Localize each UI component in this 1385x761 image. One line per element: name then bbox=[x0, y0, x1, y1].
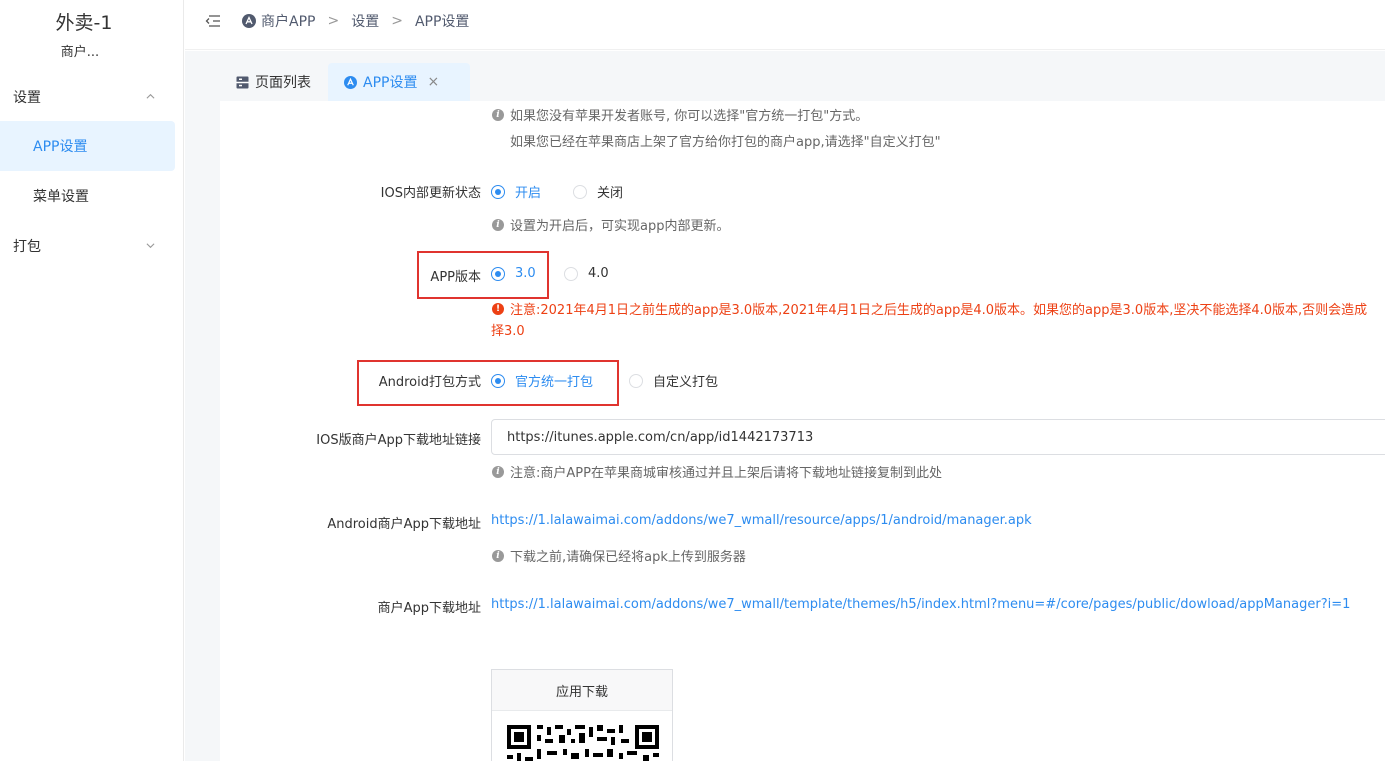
ios-update-label: IOS内部更新状态 bbox=[380, 186, 481, 201]
radio-android-official[interactable]: 官方统一打包 bbox=[491, 371, 593, 390]
app-subtitle: 商户... bbox=[60, 45, 100, 60]
hint-text: 设置为开启后，可实现app内部更新。 bbox=[510, 219, 730, 234]
android-download-hint: i 下载之前,请确保已经将apk上传到服务器 bbox=[492, 546, 746, 565]
radio-dot bbox=[491, 184, 505, 199]
android-pack-label: Android打包方式 bbox=[378, 375, 481, 390]
ios-download-input[interactable]: https://itunes.apple.com/cn/app/id144217… bbox=[491, 419, 1385, 455]
content-gutter bbox=[185, 101, 220, 761]
radio-dot bbox=[573, 184, 587, 199]
hint-text: 如果您没有苹果开发者账号, 你可以选择"官方统一打包"方式。 bbox=[510, 109, 869, 124]
radio-ios-update-off[interactable]: 关闭 bbox=[573, 182, 623, 201]
breadcrumb-separator: > bbox=[391, 13, 403, 29]
radio-dot bbox=[491, 266, 505, 281]
radio-label: 3.0 bbox=[515, 266, 536, 281]
radio-label: 关闭 bbox=[597, 186, 624, 201]
app-version-warning: ! 注意:2021年4月1日之前生成的app是3.0版本,2021年4月1日之后… bbox=[492, 299, 1367, 318]
app-logo-icon bbox=[242, 14, 256, 28]
radio-label: 自定义打包 bbox=[653, 375, 719, 390]
page-list-icon bbox=[236, 76, 249, 88]
ios-download-label: IOS版商户App下载地址链接 bbox=[316, 433, 481, 448]
radio-dot bbox=[629, 373, 643, 388]
merchant-download-link[interactable]: https://1.lalawaimai.com/addons/we7_wmal… bbox=[491, 597, 1350, 612]
radio-dot bbox=[491, 373, 505, 388]
sidebar-group-label: 打包 bbox=[13, 239, 41, 255]
sidebar-item-label: APP设置 bbox=[33, 139, 88, 155]
radio-dot bbox=[564, 266, 578, 281]
input-value: https://itunes.apple.com/cn/app/id144217… bbox=[507, 429, 814, 445]
sidebar-item-menu-settings[interactable]: 菜单设置 bbox=[0, 171, 175, 221]
warning-icon: ! bbox=[492, 302, 504, 315]
tab-label: 页面列表 bbox=[255, 75, 311, 91]
breadcrumb-item[interactable]: 设置 bbox=[351, 11, 379, 31]
app-title: 外卖-1 bbox=[55, 12, 113, 34]
chevron-down-icon bbox=[146, 243, 155, 249]
radio-label: 官方统一打包 bbox=[515, 375, 594, 390]
app-version-label: APP版本 bbox=[430, 270, 481, 285]
info-icon: i bbox=[492, 465, 504, 478]
sidebar-group-packaging[interactable]: 打包 bbox=[0, 222, 175, 270]
hint-text: 注意:商户APP在苹果商城审核通过并且上架后请将下载地址链接复制到此处 bbox=[510, 466, 942, 481]
sidebar-item-label: 菜单设置 bbox=[33, 189, 89, 205]
breadcrumb-item[interactable]: 商户APP bbox=[261, 11, 315, 31]
radio-ios-update-on[interactable]: 开启 bbox=[491, 182, 541, 201]
hint-text: 如果您已经在苹果商店上架了官方给你打包的商户app,请选择"自定义打包" bbox=[510, 135, 941, 150]
close-icon[interactable]: × bbox=[427, 74, 439, 90]
sidebar-group-label: 设置 bbox=[13, 90, 41, 106]
radio-app-version-3[interactable]: 3.0 bbox=[491, 266, 536, 281]
radio-app-version-4[interactable]: 4.0 bbox=[564, 266, 609, 281]
hint-text: 下载之前,请确保已经将apk上传到服务器 bbox=[510, 550, 746, 565]
sidebar: 外卖-1 商户... 设置 APP设置 菜单设置 打包 bbox=[0, 0, 184, 761]
breadcrumb: 商户APP > 设置 > APP设置 bbox=[242, 11, 469, 31]
qr-code-image[interactable] bbox=[507, 725, 659, 761]
info-icon: i bbox=[492, 218, 504, 231]
qr-card-title: 应用下载 bbox=[492, 670, 672, 711]
radio-android-custom[interactable]: 自定义打包 bbox=[629, 371, 718, 390]
tab-app-settings[interactable]: APP设置 × bbox=[328, 63, 470, 101]
info-icon: i bbox=[492, 549, 504, 562]
qr-download-card: 应用下载 bbox=[491, 669, 673, 761]
tab-label: APP设置 bbox=[363, 75, 418, 91]
android-download-label: Android商户App下载地址 bbox=[327, 517, 481, 532]
radio-label: 开启 bbox=[515, 186, 542, 201]
chevron-up-icon bbox=[146, 93, 155, 99]
settings-form: i 如果您没有苹果开发者账号, 你可以选择"官方统一打包"方式。 如果您已经在苹… bbox=[220, 101, 1385, 761]
sidebar-item-app-settings[interactable]: APP设置 bbox=[0, 121, 175, 171]
radio-label: 4.0 bbox=[588, 266, 609, 281]
warning-text: 择3.0 bbox=[491, 324, 525, 339]
tab-page-list[interactable]: 页面列表 bbox=[220, 63, 327, 101]
warning-text: 注意:2021年4月1日之前生成的app是3.0版本,2021年4月1日之后生成… bbox=[510, 303, 1368, 318]
breadcrumb-item: APP设置 bbox=[414, 14, 470, 30]
breadcrumb-separator: > bbox=[327, 13, 340, 29]
ios-update-hint: i 设置为开启后，可实现app内部更新。 bbox=[492, 215, 729, 234]
tab-bar: 页面列表 APP设置 × bbox=[185, 51, 1385, 101]
ios-download-hint: i 注意:商户APP在苹果商城审核通过并且上架后请将下载地址链接复制到此处 bbox=[492, 462, 942, 481]
form-hint: i 如果您没有苹果开发者账号, 你可以选择"官方统一打包"方式。 bbox=[492, 105, 868, 124]
merchant-download-label: 商户App下载地址 bbox=[377, 601, 481, 616]
menu-collapse-icon[interactable] bbox=[205, 14, 221, 28]
top-header: 商户APP > 设置 > APP设置 bbox=[185, 0, 1385, 50]
android-download-link[interactable]: https://1.lalawaimai.com/addons/we7_wmal… bbox=[491, 513, 1032, 528]
app-logo-icon bbox=[344, 75, 357, 89]
sidebar-group-settings[interactable]: 设置 bbox=[0, 73, 175, 121]
info-icon: i bbox=[492, 108, 504, 121]
